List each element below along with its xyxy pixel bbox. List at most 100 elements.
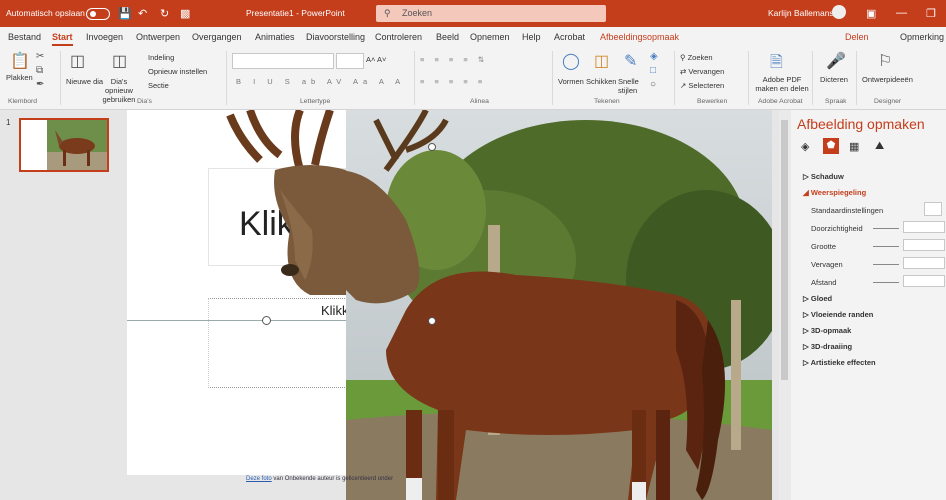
deer-horse-image[interactable]: [346, 110, 772, 500]
layout-button[interactable]: Indeling: [148, 53, 174, 62]
minimize-icon[interactable]: —: [896, 7, 907, 19]
ribbon-display-icon[interactable]: ▣: [866, 7, 876, 20]
presets-label: Standaardinstellingen: [811, 206, 884, 215]
size-slider[interactable]: [873, 246, 899, 247]
size-field[interactable]: [903, 239, 945, 251]
presets-dropdown[interactable]: [924, 202, 942, 216]
rotate-handle[interactable]: [428, 143, 436, 151]
tab-bestand[interactable]: Bestand: [8, 32, 41, 42]
font-name-input[interactable]: [232, 53, 334, 69]
section-3d-format[interactable]: ▷ 3D-opmaak: [803, 326, 851, 335]
search-box[interactable]: ⚲ Zoeken: [376, 5, 606, 22]
distance-field[interactable]: [903, 275, 945, 287]
reuse-slides-label[interactable]: Dia's opnieuw gebruiken: [96, 77, 142, 104]
credit-text: van Onbekende auteur is gelicentieerd on…: [273, 476, 394, 482]
shapes-label[interactable]: Vormen: [558, 77, 584, 86]
blur-label: Vervagen: [811, 260, 843, 269]
tab-animaties[interactable]: Animaties: [255, 32, 295, 42]
tab-opnemen[interactable]: Opnemen: [470, 32, 510, 42]
section-shadow[interactable]: ▷ Schaduw: [803, 172, 844, 181]
avatar[interactable]: [832, 5, 846, 19]
tab-afbeeldingsopmaak[interactable]: Afbeeldingsopmaak: [600, 32, 679, 42]
autosave-toggle[interactable]: [86, 8, 110, 20]
search-icon: ⚲: [384, 8, 391, 18]
arrange-label[interactable]: Schikken: [586, 77, 616, 86]
quick-styles-label[interactable]: Snelle stijlen: [618, 77, 646, 95]
grow-font-icon[interactable]: A˄ A˅: [366, 55, 386, 64]
find-button[interactable]: ⚲ Zoeken: [680, 53, 713, 62]
maximize-icon[interactable]: ❐: [926, 7, 936, 20]
tab-invoegen[interactable]: Invoegen: [86, 32, 123, 42]
replace-button[interactable]: ⇄ Vervangen: [680, 67, 724, 76]
resize-handle[interactable]: [262, 316, 271, 325]
deer-head-overlay: [226, 110, 346, 295]
format-painter-icon[interactable]: ✒: [36, 79, 44, 90]
designer-icon[interactable]: ⚐: [878, 51, 892, 71]
reset-button[interactable]: Opnieuw instellen: [148, 67, 207, 76]
share-button[interactable]: Delen: [845, 32, 869, 42]
create-pdf-label[interactable]: Adobe PDF maken en delen: [754, 75, 810, 93]
list-icons[interactable]: ≡ ≡ ≡ ≡ ⇅: [420, 55, 488, 64]
effects-tab-icon[interactable]: ⬟: [823, 138, 839, 154]
slide-thumbnail[interactable]: [19, 118, 109, 172]
effects-icon[interactable]: ○: [650, 79, 656, 90]
scrollbar-thumb[interactable]: [781, 120, 788, 380]
tab-overgangen[interactable]: Overgangen: [192, 32, 242, 42]
font-size-input[interactable]: [336, 53, 364, 69]
font-format-icons[interactable]: B I U S ab AV Aa A A: [236, 77, 405, 86]
tab-beeld[interactable]: Beeld: [436, 32, 459, 42]
distance-slider[interactable]: [873, 282, 899, 283]
tab-diavoorstelling[interactable]: Diavoorstelling: [306, 32, 365, 42]
fill-line-icon[interactable]: ◈: [801, 140, 809, 153]
transparency-slider[interactable]: [873, 228, 899, 229]
blur-field[interactable]: [903, 257, 945, 269]
section-artistic-effects[interactable]: ▷ Artistieke effecten: [803, 358, 876, 367]
section-3d-rotation[interactable]: ▷ 3D-draaiing: [803, 342, 852, 351]
user-name[interactable]: Karlijn Ballemans: [768, 8, 834, 18]
copy-icon[interactable]: ⧉: [36, 65, 43, 76]
paste-button-label[interactable]: Plakken: [6, 73, 33, 82]
pdf-icon[interactable]: 🗎: [770, 51, 783, 78]
comments-button[interactable]: Opmerking: [900, 32, 944, 42]
tab-start[interactable]: Start: [52, 32, 73, 46]
subtitle-placeholder[interactable]: Klikk: [208, 298, 349, 388]
cut-icon[interactable]: ✂: [36, 51, 44, 62]
reuse-slides-icon[interactable]: ◫: [112, 51, 127, 71]
transparency-label: Doorzichtigheid: [811, 224, 863, 233]
slide-number: 1: [6, 118, 11, 127]
vertical-scrollbar[interactable]: [779, 110, 791, 500]
tab-ontwerpen[interactable]: Ontwerpen: [136, 32, 180, 42]
design-ideas-label[interactable]: Ontwerpideeën: [862, 75, 913, 84]
shapes-icon[interactable]: ◯: [562, 51, 580, 71]
picture-icon[interactable]: ⛰: [875, 140, 884, 153]
tab-acrobat[interactable]: Acrobat: [554, 32, 585, 42]
transparency-field[interactable]: [903, 221, 945, 233]
fill-icon[interactable]: ◈: [650, 51, 658, 62]
section-reflection[interactable]: ◢ Weerspiegeling: [803, 188, 866, 197]
section-soft-edges[interactable]: ▷ Vloeiende randen: [803, 310, 873, 319]
align-icons[interactable]: ≡ ≡ ≡ ≡ ≡: [420, 77, 486, 86]
dictate-label[interactable]: Dicteren: [820, 75, 848, 84]
tab-controleren[interactable]: Controleren: [375, 32, 422, 42]
microphone-icon[interactable]: 🎤: [826, 51, 846, 71]
save-icon[interactable]: 💾: [118, 7, 132, 20]
group-label-editing: Bewerken: [697, 98, 728, 105]
start-presentation-icon[interactable]: ▩: [180, 7, 190, 20]
section-button[interactable]: Sectie: [148, 81, 169, 90]
tab-help[interactable]: Help: [522, 32, 541, 42]
credit-link[interactable]: Deze foto: [246, 476, 272, 482]
quick-styles-icon[interactable]: ✎: [624, 51, 637, 71]
group-label-clipboard: Klembord: [8, 98, 38, 105]
undo-icon[interactable]: ↶: [138, 7, 147, 20]
blur-slider[interactable]: [873, 264, 899, 265]
new-slide-icon[interactable]: ◫: [70, 51, 85, 71]
section-glow[interactable]: ▷ Gloed: [803, 294, 832, 303]
arrange-icon[interactable]: ◫: [594, 51, 609, 71]
redo-icon[interactable]: ↻: [160, 7, 169, 20]
size-properties-icon[interactable]: ▦: [849, 140, 859, 153]
paste-icon[interactable]: 📋: [10, 51, 30, 71]
resize-handle-right[interactable]: [428, 317, 436, 325]
outline-icon[interactable]: □: [650, 65, 656, 76]
select-button[interactable]: ↗ Selecteren: [680, 81, 724, 90]
select-label: Selecteren: [688, 81, 725, 90]
